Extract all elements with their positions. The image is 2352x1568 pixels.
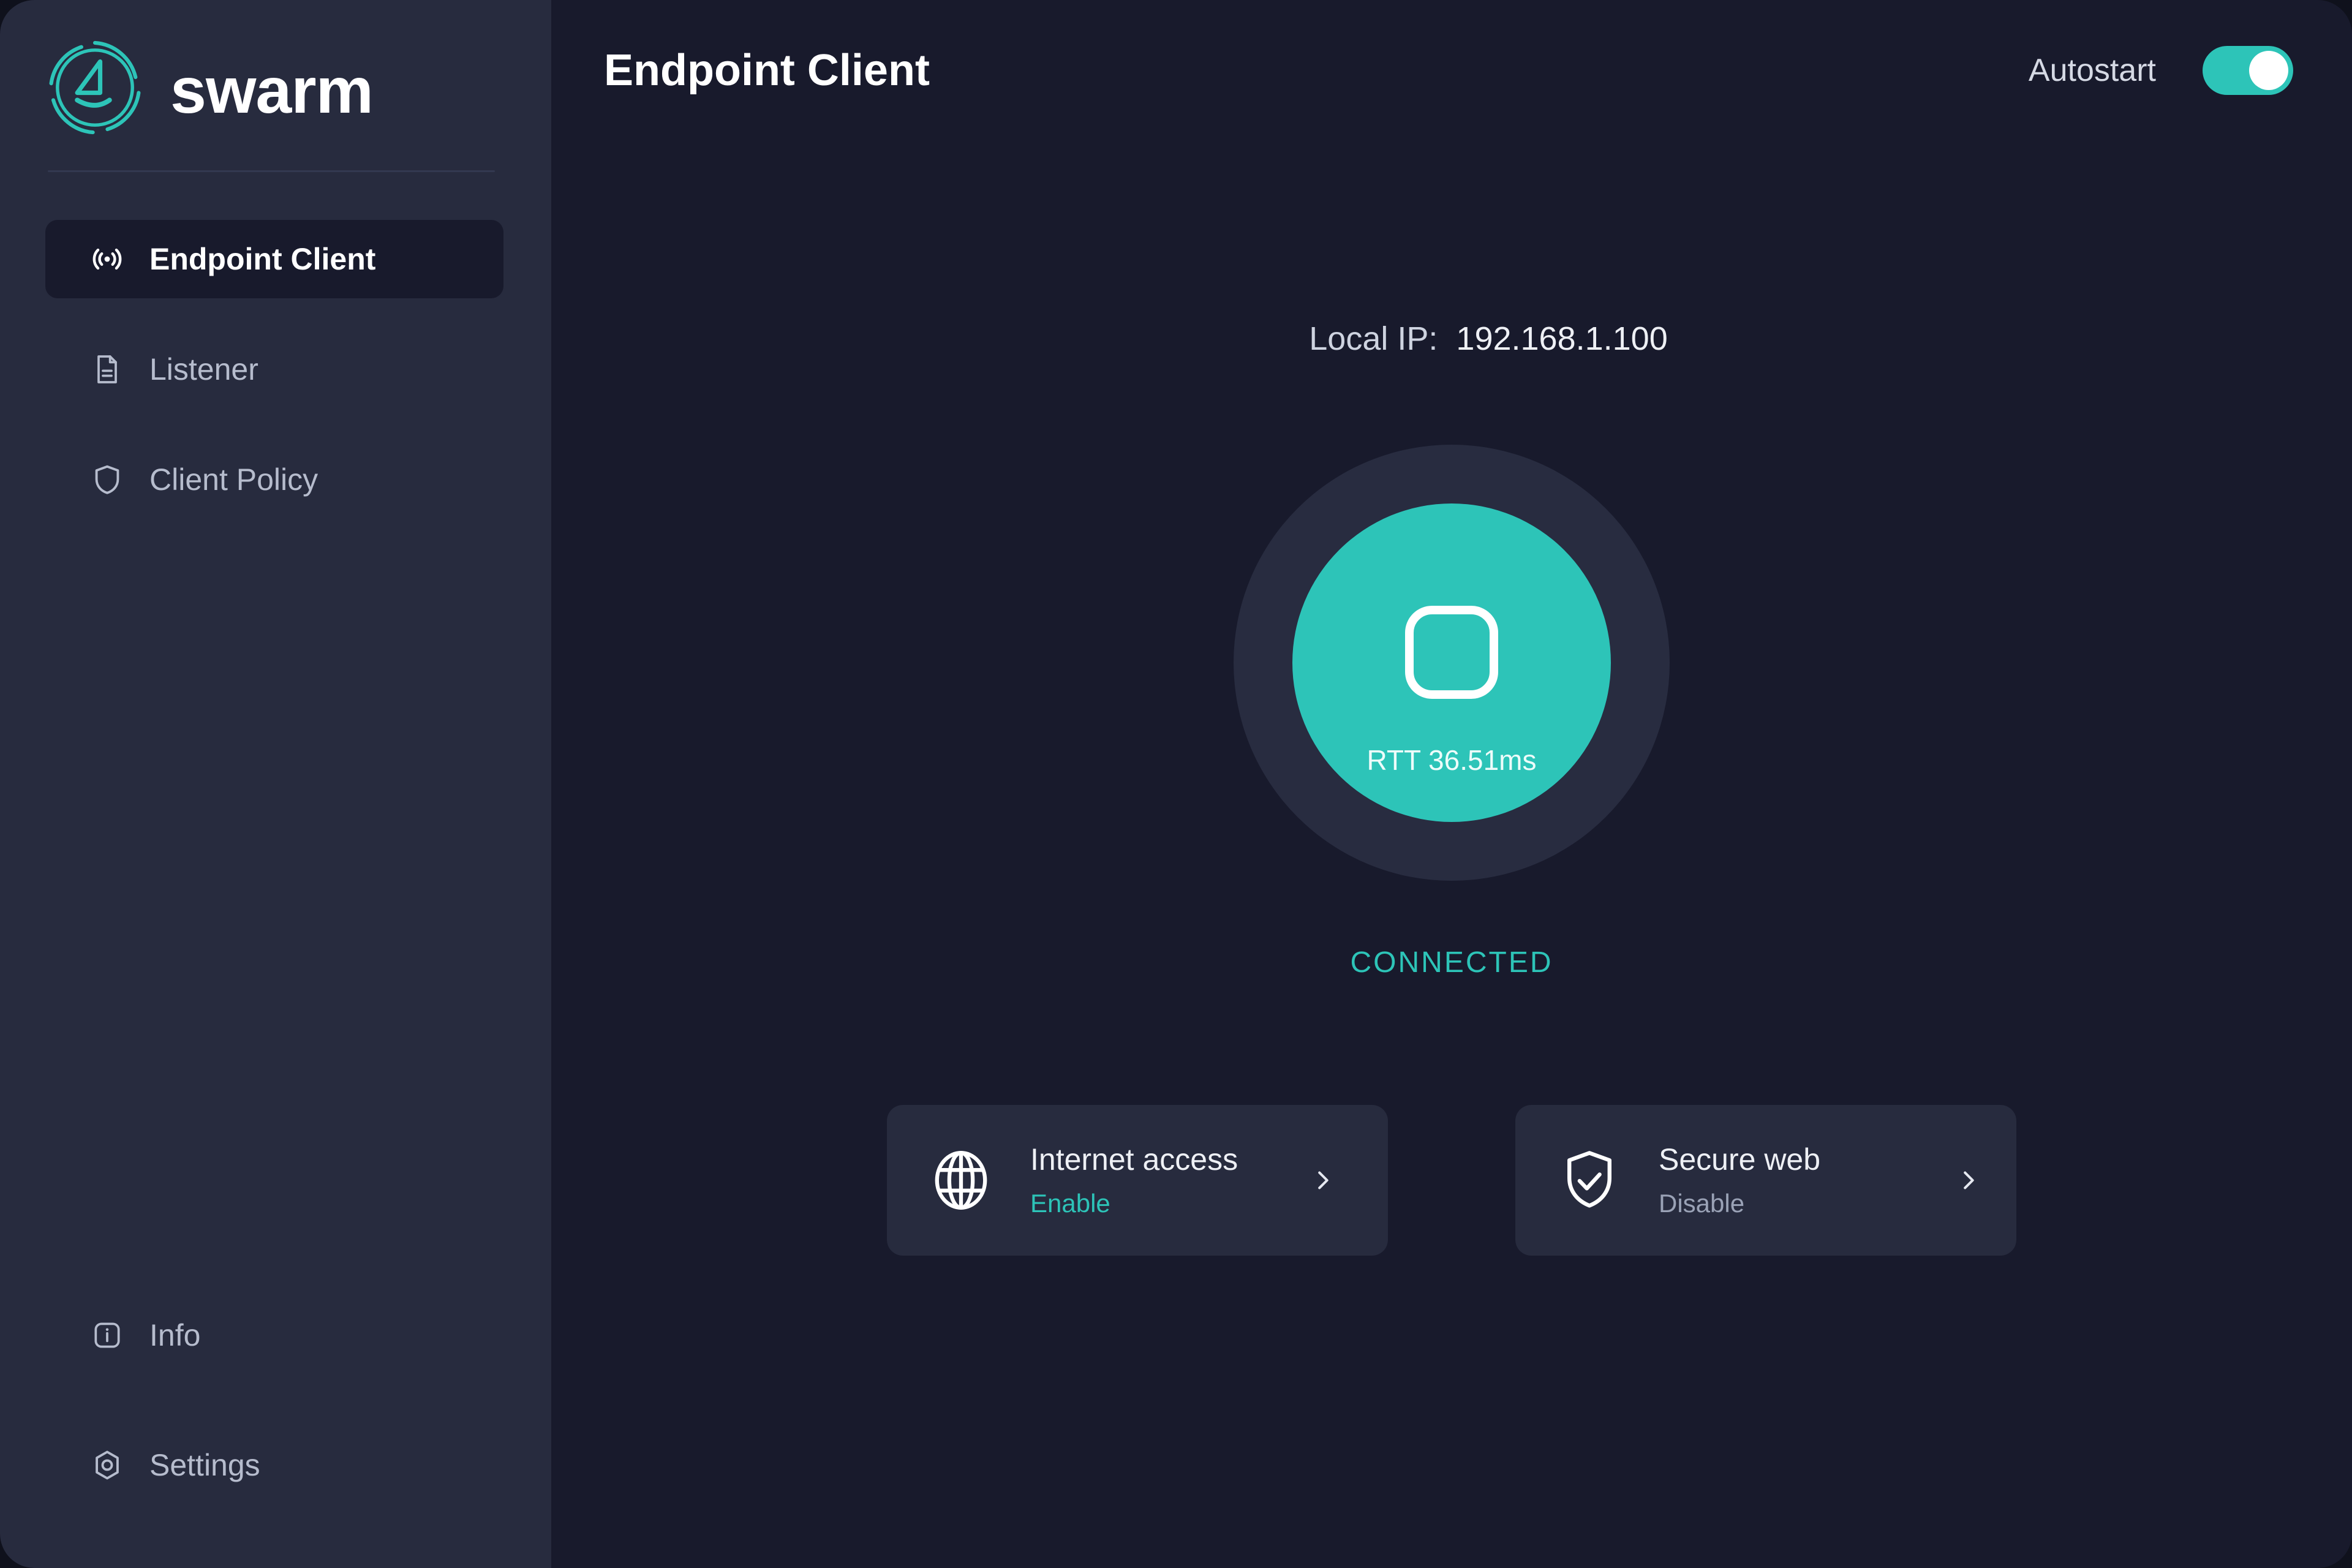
secure-web-card[interactable]: Secure web Disable — [1515, 1105, 2016, 1256]
rtt-value: RTT 36.51ms — [1366, 744, 1537, 776]
shield-icon — [88, 461, 126, 499]
internet-access-text: Internet access Enable — [1030, 1144, 1238, 1216]
autostart-label: Autostart — [2028, 53, 2156, 88]
page-title: Endpoint Client — [604, 46, 930, 95]
autostart-toggle-knob — [2249, 51, 2288, 90]
brand: swarm — [0, 0, 551, 135]
broadcast-icon — [88, 240, 126, 278]
info-icon — [88, 1316, 126, 1354]
action-cards: Internet access Enable Secure web Disabl… — [887, 1105, 2016, 1256]
card-title: Secure web — [1659, 1142, 1821, 1177]
gear-hexagon-icon — [88, 1446, 126, 1484]
connection-dial-inner: RTT 36.51ms — [1292, 503, 1611, 822]
swarm-sail-circle-logo-icon — [43, 36, 147, 140]
app-window: swarm Endpoint Client Listener Client Po… — [0, 0, 2352, 1568]
local-ip-row: Local IP: 192.168.1.100 — [1235, 289, 1668, 388]
sidebar-item-label: Listener — [149, 352, 258, 386]
card-subtitle: Enable — [1030, 1189, 1110, 1218]
main-content: Endpoint Client Autostart Local IP: 192.… — [551, 0, 2352, 1568]
sidebar-bottom-nav: Info Settings — [0, 1296, 551, 1568]
sidebar-item-label: Client Policy — [149, 462, 318, 497]
shield-check-icon — [1553, 1144, 1626, 1216]
chevron-right-icon[interactable] — [1308, 1166, 1336, 1194]
sidebar-divider — [48, 170, 495, 172]
connection-status: CONNECTED — [1350, 946, 1553, 979]
sidebar-item-endpoint-client[interactable]: Endpoint Client — [45, 220, 503, 298]
connection-panel: Local IP: 192.168.1.100 RTT 36.51ms CONN… — [551, 141, 2352, 1568]
card-title: Internet access — [1030, 1142, 1238, 1177]
sidebar-item-label: Endpoint Client — [149, 242, 376, 276]
connection-dial[interactable]: RTT 36.51ms — [1234, 445, 1670, 881]
sidebar-item-info[interactable]: Info — [45, 1296, 503, 1374]
chevron-right-icon[interactable] — [1954, 1166, 1982, 1194]
local-ip-label: Local IP: — [1309, 320, 1438, 357]
autostart-toggle[interactable] — [2203, 46, 2293, 95]
sidebar-item-settings[interactable]: Settings — [45, 1426, 503, 1504]
sidebar-item-listener[interactable]: Listener — [45, 330, 503, 409]
sidebar: swarm Endpoint Client Listener Client Po… — [0, 0, 551, 1568]
internet-access-card[interactable]: Internet access Enable — [887, 1105, 1388, 1256]
sidebar-item-label: Settings — [149, 1448, 260, 1482]
brand-name: swarm — [170, 55, 374, 127]
sidebar-item-label: Info — [149, 1318, 201, 1352]
stop-square-icon — [1405, 606, 1498, 699]
top-bar: Endpoint Client Autostart — [551, 0, 2352, 141]
sidebar-nav: Endpoint Client Listener Client Policy — [0, 220, 551, 551]
card-subtitle: Disable — [1659, 1189, 1745, 1218]
local-ip-value: 192.168.1.100 — [1456, 320, 1668, 357]
globe-icon — [925, 1144, 997, 1216]
document-icon — [88, 350, 126, 388]
autostart-control: Autostart — [2029, 46, 2293, 95]
secure-web-text: Secure web Disable — [1659, 1144, 1820, 1216]
sidebar-item-client-policy[interactable]: Client Policy — [45, 440, 503, 519]
